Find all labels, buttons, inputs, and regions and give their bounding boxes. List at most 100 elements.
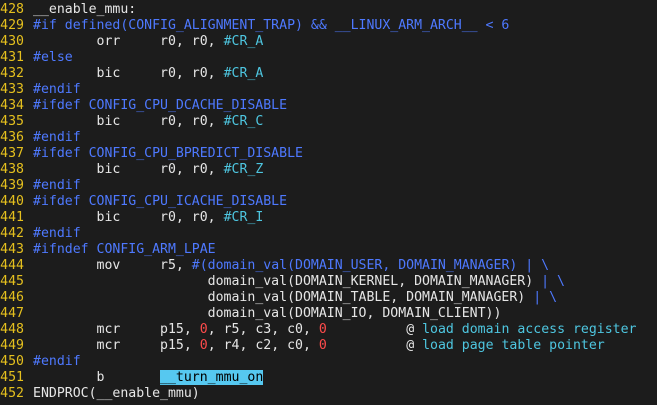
- code-token: 0: [318, 338, 327, 353]
- line-number: 446: [0, 290, 24, 305]
- code-text[interactable]: #endif: [33, 178, 657, 194]
- code-line[interactable]: 445 domain_val(DOMAIN_KERNEL, DOMAIN_MAN…: [0, 274, 657, 290]
- code-token: mcr p15,: [33, 322, 200, 337]
- line-number: 443: [0, 242, 24, 257]
- code-token: bic r0, r0,: [33, 162, 224, 177]
- code-line[interactable]: 446 domain_val(DOMAIN_TABLE, DOMAIN_MANA…: [0, 290, 657, 306]
- line-number: 439: [0, 178, 24, 193]
- code-text[interactable]: #endif: [33, 130, 657, 146]
- code-token: __enable_mmu:: [33, 2, 137, 17]
- code-text[interactable]: #ifdef CONFIG_CPU_DCACHE_DISABLE: [33, 98, 657, 114]
- code-text[interactable]: domain_val(DOMAIN_TABLE, DOMAIN_MANAGER)…: [33, 290, 657, 306]
- code-text[interactable]: #ifdef CONFIG_CPU_BPREDICT_DISABLE: [33, 146, 657, 162]
- code-text[interactable]: domain_val(DOMAIN_KERNEL, DOMAIN_MANAGER…: [33, 274, 657, 290]
- code-token: #endif: [33, 82, 81, 97]
- line-number: 432: [0, 66, 24, 81]
- code-token: ENDPROC(__enable_mmu): [33, 386, 200, 401]
- code-token: #CR_A: [223, 34, 264, 49]
- code-line[interactable]: 448 mcr p15, 0, r5, c3, c0, 0 @ load dom…: [0, 322, 657, 338]
- code-token: #if defined(CONFIG_ALIGNMENT_TRAP) && __…: [33, 18, 510, 33]
- code-line[interactable]: 436 #endif: [0, 130, 657, 146]
- code-token: #endif: [33, 130, 81, 145]
- code-line[interactable]: 432 bic r0, r0, #CR_A: [0, 66, 657, 82]
- code-token: b: [33, 370, 161, 385]
- code-token: #ifndef CONFIG_ARM_LPAE: [33, 242, 216, 257]
- code-text[interactable]: #endif: [33, 226, 657, 242]
- line-number: 452: [0, 386, 24, 401]
- code-text[interactable]: #ifdef CONFIG_CPU_ICACHE_DISABLE: [33, 194, 657, 210]
- code-token: , r4, c2, c0,: [207, 338, 319, 353]
- code-line[interactable]: 434 #ifdef CONFIG_CPU_DCACHE_DISABLE: [0, 98, 657, 114]
- code-line[interactable]: 452 ENDPROC(__enable_mmu): [0, 386, 657, 402]
- code-token: domain_val(DOMAIN_IO, DOMAIN_CLIENT)): [33, 306, 502, 321]
- code-token: @: [406, 338, 415, 353]
- code-line[interactable]: 430 orr r0, r0, #CR_A: [0, 34, 657, 50]
- code-line[interactable]: 437 #ifdef CONFIG_CPU_BPREDICT_DISABLE: [0, 146, 657, 162]
- line-number: 428: [0, 2, 24, 17]
- code-token: @: [406, 322, 415, 337]
- code-line[interactable]: 440 #ifdef CONFIG_CPU_ICACHE_DISABLE: [0, 194, 657, 210]
- code-line[interactable]: 447 domain_val(DOMAIN_IO, DOMAIN_CLIENT)…: [0, 306, 657, 322]
- code-token: bic r0, r0,: [33, 114, 224, 129]
- code-token: orr r0, r0,: [33, 34, 224, 49]
- code-line[interactable]: 431 #else: [0, 50, 657, 66]
- code-line[interactable]: 451 b __turn_mmu_on: [0, 370, 657, 386]
- code-line[interactable]: 449 mcr p15, 0, r4, c2, c0, 0 @ load pag…: [0, 338, 657, 354]
- code-token: #endif: [33, 354, 81, 369]
- code-text[interactable]: bic r0, r0, #CR_A: [33, 66, 657, 82]
- code-text[interactable]: mcr p15, 0, r4, c2, c0, 0 @ load page ta…: [33, 338, 657, 354]
- search-highlight: __turn_mmu_on: [160, 370, 264, 385]
- code-token: #endif: [33, 178, 81, 193]
- code-line[interactable]: 429 #if defined(CONFIG_ALIGNMENT_TRAP) &&…: [0, 18, 657, 34]
- code-token: domain_val(DOMAIN_TABLE, DOMAIN_MANAGER): [33, 290, 534, 305]
- code-token: #ifdef CONFIG_CPU_DCACHE_DISABLE: [33, 98, 288, 113]
- code-text[interactable]: #if defined(CONFIG_ALIGNMENT_TRAP) && __…: [33, 18, 657, 34]
- code-text[interactable]: mcr p15, 0, r5, c3, c0, 0 @ load domain …: [33, 322, 657, 338]
- code-text[interactable]: __enable_mmu:: [33, 2, 657, 18]
- line-number: 429: [0, 18, 24, 33]
- code-token: mov r5,: [33, 258, 192, 273]
- code-text[interactable]: bic r0, r0, #CR_Z: [33, 162, 657, 178]
- code-line[interactable]: 441 bic r0, r0, #CR_I: [0, 210, 657, 226]
- code-line[interactable]: 439 #endif: [0, 178, 657, 194]
- code-line[interactable]: 435 bic r0, r0, #CR_C: [0, 114, 657, 130]
- line-number: 444: [0, 258, 24, 273]
- line-number: 442: [0, 226, 24, 241]
- code-line[interactable]: 438 bic r0, r0, #CR_Z: [0, 162, 657, 178]
- code-line[interactable]: 442 #endif: [0, 226, 657, 242]
- code-token: #CR_C: [223, 114, 264, 129]
- code-text[interactable]: #ifndef CONFIG_ARM_LPAE: [33, 242, 657, 258]
- code-text[interactable]: bic r0, r0, #CR_I: [33, 210, 657, 226]
- line-number: 445: [0, 274, 24, 289]
- code-text[interactable]: orr r0, r0, #CR_A: [33, 34, 657, 50]
- line-number: 437: [0, 146, 24, 161]
- code-line[interactable]: 443 #ifndef CONFIG_ARM_LPAE: [0, 242, 657, 258]
- code-text[interactable]: #else: [33, 50, 657, 66]
- code-line[interactable]: 428 __enable_mmu:: [0, 2, 657, 18]
- code-text[interactable]: b __turn_mmu_on: [33, 370, 657, 386]
- code-token: #CR_I: [223, 210, 264, 225]
- code-token: , r5, c3, c0,: [207, 322, 319, 337]
- code-editor[interactable]: 428 __enable_mmu: 429 #if defined(CONFIG_AL…: [0, 0, 657, 405]
- line-number: 430: [0, 34, 24, 49]
- code-text[interactable]: #endif: [33, 82, 657, 98]
- code-text[interactable]: bic r0, r0, #CR_C: [33, 114, 657, 130]
- line-number: 436: [0, 130, 24, 145]
- code-token: #(domain_val(DOMAIN_USER, DOMAIN_MANAGER…: [191, 258, 550, 273]
- line-number: 449: [0, 338, 24, 353]
- code-text[interactable]: mov r5, #(domain_val(DOMAIN_USER, DOMAIN…: [33, 258, 657, 274]
- code-token: #else: [33, 50, 73, 65]
- line-number: 451: [0, 370, 24, 385]
- line-number: 438: [0, 162, 24, 177]
- code-token: | \: [533, 290, 558, 305]
- code-line[interactable]: 433 #endif: [0, 82, 657, 98]
- code-line[interactable]: 450 #endif: [0, 354, 657, 370]
- code-token: #CR_Z: [223, 162, 264, 177]
- code-text[interactable]: #endif: [33, 354, 657, 370]
- code-text[interactable]: domain_val(DOMAIN_IO, DOMAIN_CLIENT)): [33, 306, 657, 322]
- code-token: 0: [318, 322, 327, 337]
- line-number: 431: [0, 50, 24, 65]
- line-number: 450: [0, 354, 24, 369]
- code-text[interactable]: ENDPROC(__enable_mmu): [33, 386, 657, 402]
- code-line[interactable]: 444 mov r5, #(domain_val(DOMAIN_USER, DO…: [0, 258, 657, 274]
